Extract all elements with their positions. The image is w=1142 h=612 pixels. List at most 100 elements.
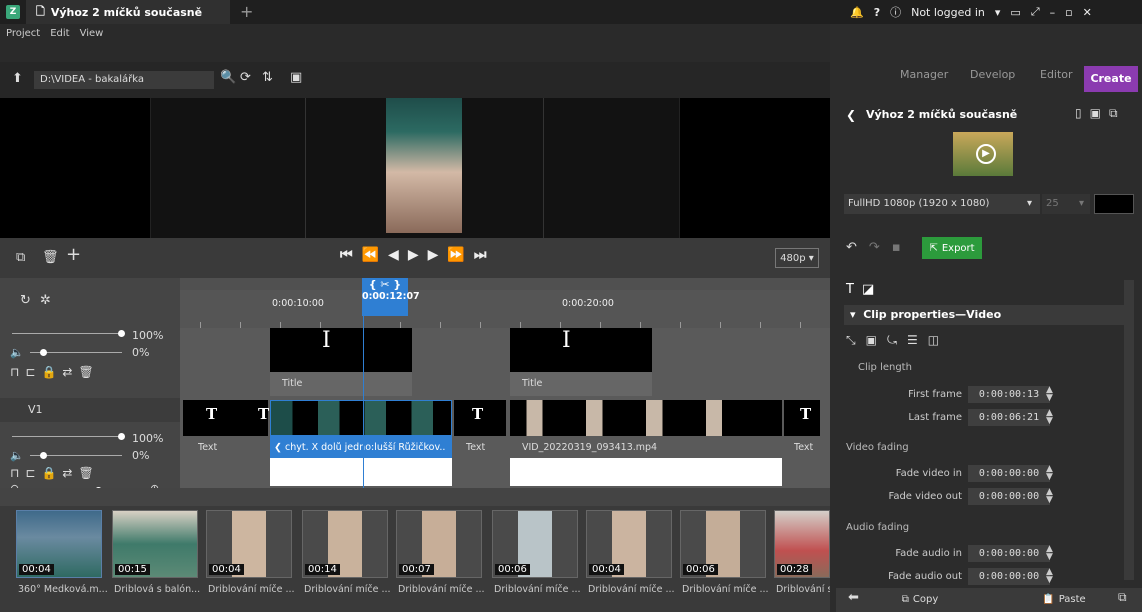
crop-icon[interactable]: ⊓ (10, 466, 19, 480)
last-frame-input[interactable]: 0:00:06:21 (968, 409, 1050, 426)
back-arrow-icon[interactable]: ⬅ (848, 590, 859, 605)
export-button[interactable]: ⇱ Export (922, 237, 982, 259)
audio-slider-handle[interactable] (40, 452, 47, 459)
next-frame-icon[interactable]: ⏩ (447, 247, 464, 263)
media-thumb[interactable]: 00:28 (774, 510, 830, 578)
refresh-icon[interactable]: ⟳ (240, 70, 251, 86)
search-icon[interactable]: 🔍 (220, 70, 236, 86)
lock-icon[interactable]: 🔒 (41, 466, 56, 480)
resolution-select[interactable]: FullHD 1080p (1920 x 1080) ▾ (844, 194, 1040, 214)
minimize-icon[interactable]: – (1050, 6, 1056, 19)
speaker-icon[interactable]: 🔈 (10, 448, 24, 464)
menu-edit[interactable]: Edit (50, 28, 69, 39)
path-input[interactable]: D:\VIDEA - bakalářka (34, 71, 214, 89)
audio-fade-out-input[interactable]: 0:00:00:00 (968, 568, 1050, 585)
chevron-down-icon[interactable]: ▾ (995, 6, 1001, 19)
fade-in-input[interactable]: 0:00:00:00 (968, 465, 1050, 482)
timeline-ruler[interactable] (180, 290, 830, 328)
fit-icon[interactable]: ⤡ (846, 333, 856, 348)
align-icon[interactable]: ☰ (907, 333, 918, 348)
folder-up-icon[interactable]: ⬆ (12, 71, 23, 87)
project-tab[interactable]: 🗋 Výhoz 2 míčků současně (26, 0, 230, 24)
rotate-icon[interactable]: ⤿ (887, 333, 897, 348)
audio-fade-out-stepper[interactable]: ▲ ▼ (1046, 568, 1053, 585)
maximize-icon[interactable]: ▫ (1065, 6, 1072, 19)
fps-select[interactable]: 25 ▾ (1042, 194, 1090, 214)
last-frame-stepper[interactable]: ▲ ▼ (1046, 409, 1053, 426)
first-frame-input[interactable]: 0:00:00:13 (968, 386, 1050, 403)
monitor-icon[interactable]: ▭ (1010, 6, 1020, 19)
help-button[interactable]: ? (874, 6, 880, 19)
skip-end-icon[interactable]: ⏭ (474, 247, 487, 263)
video-clip[interactable] (510, 400, 782, 436)
menu-project[interactable]: Project (6, 28, 40, 39)
media-thumb[interactable]: 00:04 (206, 510, 292, 578)
rename-icon[interactable]: ▣ (1090, 106, 1101, 121)
delete-track-icon[interactable]: 🗑 (78, 365, 93, 379)
prev-frame-icon[interactable]: ⏪ (362, 247, 379, 263)
title-clip[interactable] (510, 328, 652, 372)
audio-fade-in-input[interactable]: 0:00:00:00 (968, 545, 1050, 562)
media-thumb[interactable]: 00:06 (680, 510, 766, 578)
play-icon[interactable]: ▶ (408, 247, 419, 263)
crop-icon[interactable]: ⊓ (10, 365, 19, 379)
background-color-swatch[interactable] (1094, 194, 1134, 214)
speaker-icon[interactable]: 🔈 (10, 345, 24, 361)
copy-icon[interactable]: ⧉ (16, 250, 25, 266)
menu-view[interactable]: View (80, 28, 104, 39)
copy-button[interactable]: ⧉ Copy (880, 589, 960, 609)
volume-slider-handle[interactable] (118, 433, 125, 440)
link-icon[interactable]: ⇄ (62, 466, 72, 480)
properties-scrollbar[interactable] (1124, 280, 1134, 580)
split-view-icon[interactable]: ◫ (928, 333, 939, 348)
paste-special-icon[interactable]: ⧉ (1118, 590, 1127, 605)
media-thumb[interactable]: 00:04 (586, 510, 672, 578)
fade-in-stepper[interactable]: ▲ ▼ (1046, 465, 1053, 482)
back-icon[interactable]: ❮ (846, 108, 856, 122)
playhead-line[interactable] (363, 316, 364, 488)
settings-icon[interactable]: ✲ (40, 293, 51, 309)
link-icon[interactable]: ⇄ (62, 365, 72, 379)
text-clip[interactable] (183, 400, 268, 436)
crop-tool-icon[interactable]: ▣ (866, 333, 877, 348)
trash-icon[interactable]: 🗑 (42, 250, 59, 266)
image-tool-icon[interactable]: ◪ (862, 282, 874, 297)
volume-slider-handle[interactable] (118, 330, 125, 337)
snap-icon[interactable]: ↻ (20, 293, 31, 309)
save-icon[interactable]: ▪ (892, 240, 901, 255)
split-icon[interactable]: ⊏ (25, 466, 35, 480)
undo-icon[interactable]: ↶ (846, 240, 857, 255)
duplicate-icon[interactable]: ⧉ (1109, 106, 1118, 121)
media-thumb[interactable]: 00:04 (16, 510, 102, 578)
delete-track-icon[interactable]: 🗑 (78, 466, 93, 480)
close-icon[interactable]: ✕ (1083, 6, 1092, 19)
audio-fade-in-stepper[interactable]: ▲ ▼ (1046, 545, 1053, 562)
tab-manager[interactable]: Manager (900, 68, 948, 81)
media-thumb[interactable]: 00:14 (302, 510, 388, 578)
media-thumb[interactable]: 00:06 (492, 510, 578, 578)
play-icon[interactable]: ▶ (976, 144, 996, 164)
tab-editor[interactable]: Editor (1040, 68, 1073, 81)
new-page-icon[interactable]: ▯ (1075, 106, 1082, 121)
cut-icon[interactable]: { ✂ } (362, 278, 408, 291)
preview-frame[interactable] (386, 98, 462, 233)
redo-icon[interactable]: ↷ (869, 240, 880, 255)
new-tab-button[interactable]: + (240, 2, 253, 21)
quality-select[interactable]: 480p ▾ (775, 248, 819, 268)
first-frame-stepper[interactable]: ▲ ▼ (1046, 386, 1053, 403)
skip-start-icon[interactable]: ⏮ (340, 247, 353, 263)
text-tool-icon[interactable]: T (846, 282, 854, 297)
title-clip[interactable] (270, 328, 412, 372)
paste-button[interactable]: 📋 Paste (1024, 589, 1104, 609)
step-back-icon[interactable]: ◀ (388, 247, 399, 263)
selected-video-clip[interactable] (270, 400, 452, 436)
media-thumb[interactable]: 00:07 (396, 510, 482, 578)
bell-icon[interactable]: 🔔 (850, 6, 864, 19)
sort-icon[interactable]: ⇅ (262, 70, 273, 86)
lock-icon[interactable]: 🔒 (41, 365, 56, 379)
tab-develop[interactable]: Develop (970, 68, 1015, 81)
fade-out-input[interactable]: 0:00:00:00 (968, 488, 1050, 505)
step-forward-icon[interactable]: ▶ (428, 247, 439, 263)
media-thumb[interactable]: 00:15 (112, 510, 198, 578)
fade-out-stepper[interactable]: ▲ ▼ (1046, 488, 1053, 505)
